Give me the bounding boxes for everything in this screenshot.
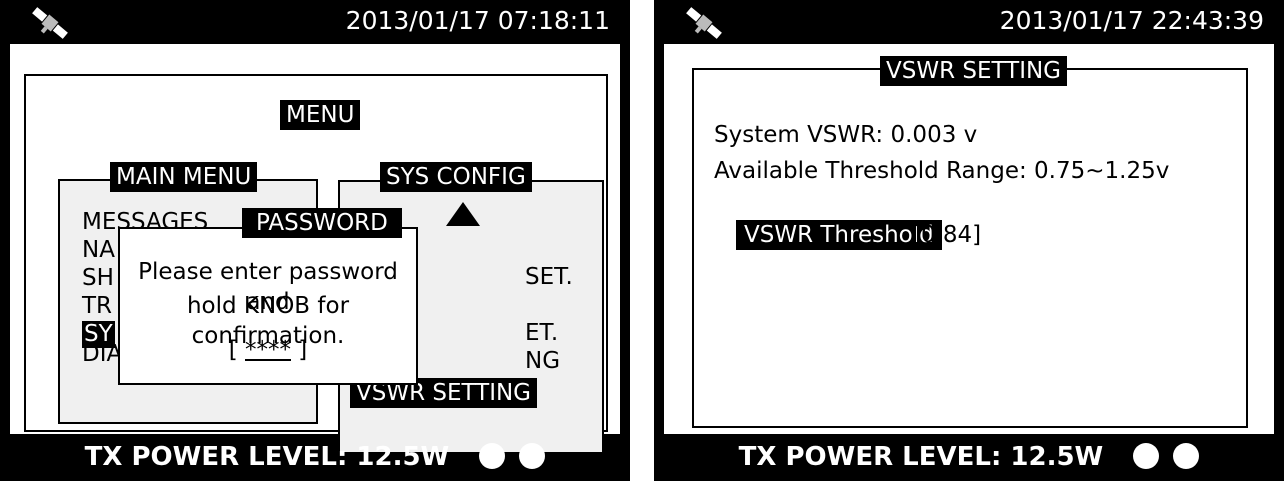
indicator-group xyxy=(1128,441,1200,471)
right-device-screen: 2013/01/17 22:43:39 VSWR SETTING System … xyxy=(654,0,1284,481)
tx-power-label: TX POWER LEVEL: 12.5W xyxy=(738,442,1104,472)
password-field-suffix: ] xyxy=(291,337,308,363)
vswr-threshold-label[interactable]: VSWR Threshold xyxy=(736,220,942,250)
vswr-panel: VSWR SETTING System VSWR: 0.003 v Availa… xyxy=(664,44,1274,434)
main-menu-title: MAIN MENU xyxy=(110,162,258,192)
status-bar: 2013/01/17 07:18:11 xyxy=(0,0,630,44)
password-dialog: Please enter password and hold KNOB for … xyxy=(118,227,418,385)
datetime-display: 2013/01/17 22:43:39 xyxy=(999,6,1264,35)
password-field[interactable]: [ **** ] xyxy=(120,335,416,365)
sys-config-item-et[interactable]: ET. xyxy=(525,320,558,347)
indicator-dot-icon xyxy=(1173,443,1200,469)
indicator-dot-icon xyxy=(519,443,546,469)
indicator-group xyxy=(474,441,546,471)
tx-power-bar: TX POWER LEVEL: 12.5W xyxy=(654,434,1284,481)
tx-power-label: TX POWER LEVEL: 12.5W xyxy=(84,442,450,472)
sys-config-item-set[interactable]: SET. xyxy=(525,264,573,291)
scroll-up-arrow-icon[interactable] xyxy=(446,202,480,226)
tx-power-bar: TX POWER LEVEL: 12.5W xyxy=(0,434,630,481)
satellite-icon xyxy=(686,7,722,39)
menu-title: MENU xyxy=(280,100,361,130)
indicator-dot-icon xyxy=(1133,443,1160,469)
datetime-display: 2013/01/17 07:18:11 xyxy=(345,6,610,35)
menu-item-tr[interactable]: TR xyxy=(82,293,112,320)
menu-item-sh[interactable]: SH xyxy=(82,265,114,292)
indicator-dot-icon xyxy=(479,443,506,469)
system-vswr-readout: System VSWR: 0.003 v xyxy=(714,122,978,148)
left-device-screen: 2013/01/17 07:18:11 MENU MAIN MENU MESSA… xyxy=(0,0,630,481)
menu-panel: MENU MAIN MENU MESSAGES NA SH TR SY DIAG… xyxy=(10,44,620,454)
sys-config-item-ng[interactable]: NG xyxy=(525,348,560,375)
sys-config-title: SYS CONFIG xyxy=(380,162,532,192)
vswr-threshold-value[interactable]: [0.84] xyxy=(912,220,981,250)
threshold-range-info: Available Threshold Range: 0.75~1.25v xyxy=(714,158,1170,184)
password-field-prefix: [ xyxy=(228,337,245,363)
password-dialog-title: PASSWORD xyxy=(242,208,402,238)
status-bar: 2013/01/17 22:43:39 xyxy=(654,0,1284,44)
vswr-setting-title: VSWR SETTING xyxy=(880,56,1068,86)
satellite-icon xyxy=(32,7,68,39)
password-value[interactable]: **** xyxy=(245,337,291,363)
menu-item-na[interactable]: NA xyxy=(82,237,115,264)
